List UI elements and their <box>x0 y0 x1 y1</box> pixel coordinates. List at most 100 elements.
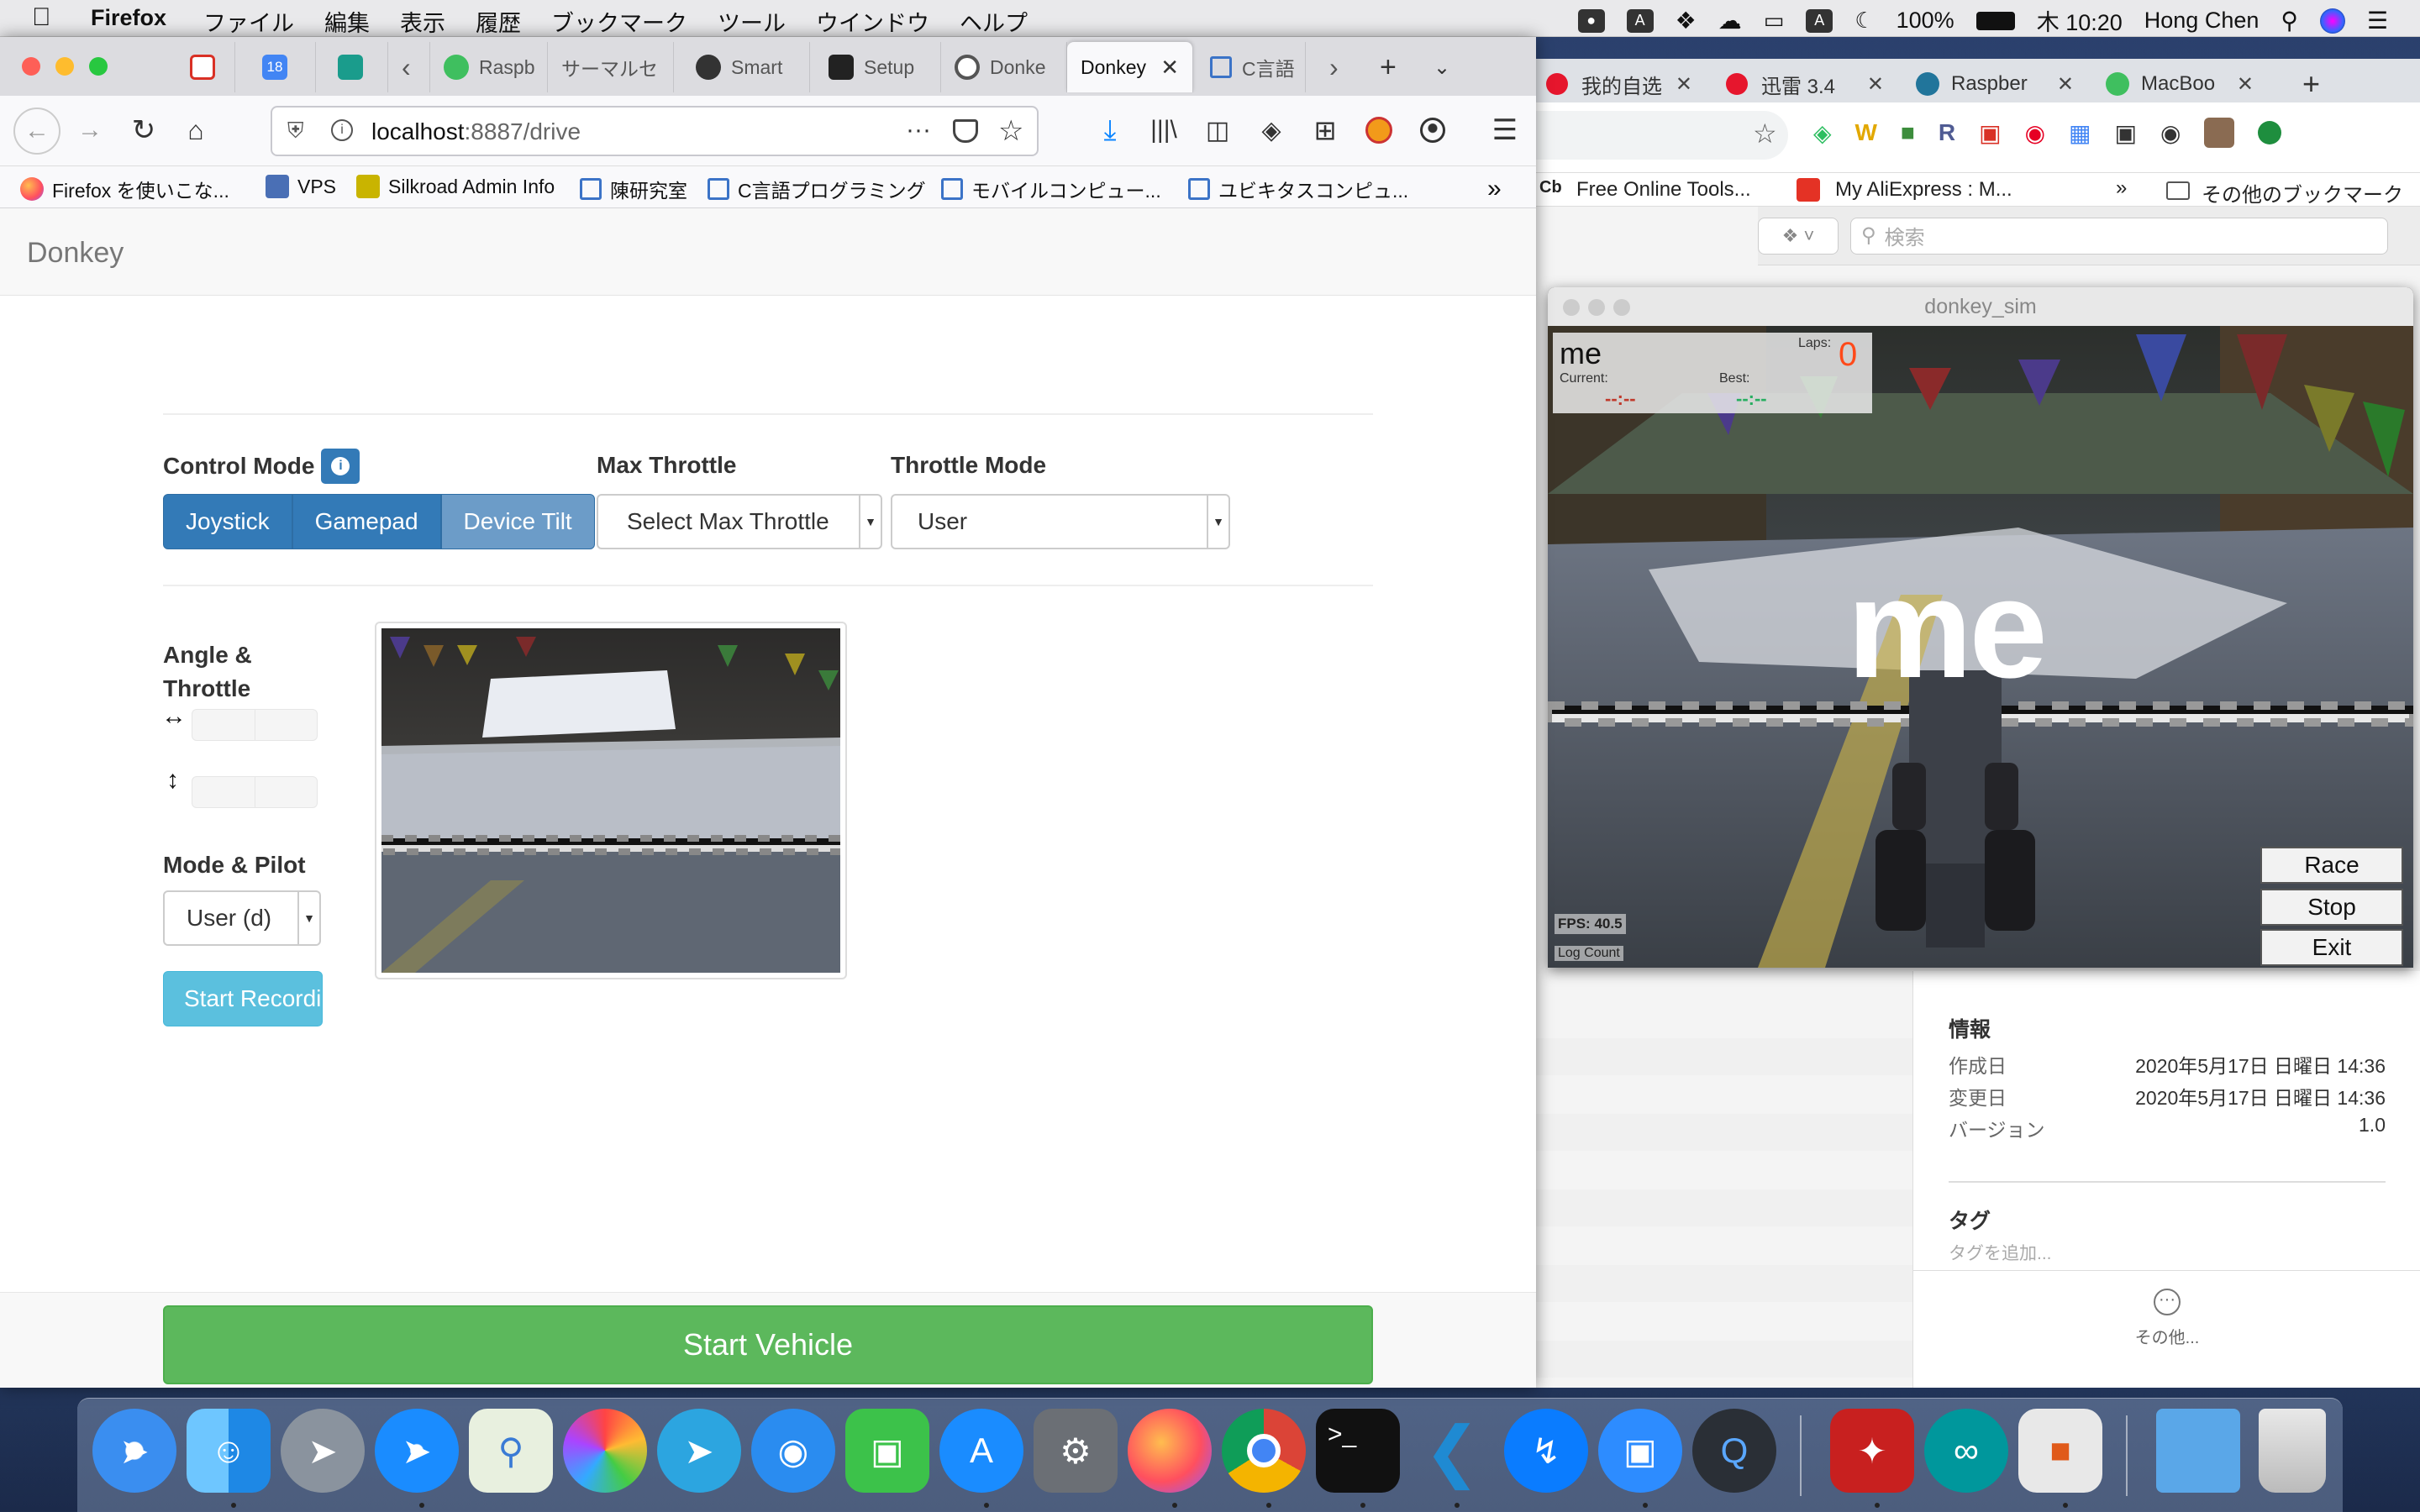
home-button[interactable]: ⌂ <box>175 109 217 151</box>
r-extension-icon[interactable]: R <box>1939 119 1955 146</box>
terminal-icon[interactable]: >_ <box>1316 1409 1400 1493</box>
siri-icon[interactable] <box>2319 8 2345 34</box>
pinned-tab-gmail[interactable] <box>176 42 235 92</box>
minimize-window-button[interactable] <box>55 57 74 76</box>
search-field[interactable]: ⚲ 検索 <box>1850 217 2388 255</box>
start-vehicle-button[interactable]: Start Vehicle <box>163 1305 1373 1384</box>
launchpad-icon[interactable]: ➤ <box>281 1409 365 1493</box>
menu-edit[interactable]: 編集 <box>324 5 370 38</box>
page-actions-icon[interactable]: ··· <box>906 116 931 144</box>
screenshot-crop-icon[interactable]: ⊞ <box>1304 109 1346 151</box>
bookmark-item[interactable]: My AliExpress : M... <box>1835 178 2012 202</box>
facetime-icon[interactable]: ▣ <box>845 1409 929 1493</box>
list-all-tabs-button[interactable]: ⌄ <box>1420 42 1462 92</box>
minimize-button[interactable] <box>1588 299 1605 316</box>
sidebar-toggle-icon[interactable]: ◫ <box>1197 109 1239 151</box>
battery-icon[interactable] <box>1975 11 2015 30</box>
zoom-status-icon[interactable]: ● <box>1577 8 1605 33</box>
tab-donkey-docs[interactable]: Donke <box>941 42 1067 92</box>
messages-icon[interactable]: ◉ <box>751 1409 835 1493</box>
user-name[interactable]: Hong Chen <box>2144 8 2260 34</box>
tab-c-language[interactable]: C言語 <box>1197 42 1306 92</box>
clock[interactable]: 木 10:20 <box>2037 4 2123 37</box>
tracking-protection-shield-icon[interactable]: ⛨ <box>287 118 304 144</box>
safari-icon[interactable]: ➤ <box>375 1409 459 1493</box>
bookmark-lab[interactable]: 陳研究室 <box>580 175 687 203</box>
account-icon[interactable] <box>1412 109 1454 151</box>
evernote-icon[interactable]: ◈ <box>1250 109 1292 151</box>
chrome-tab[interactable]: 我的自选 ✕ <box>1536 66 1701 102</box>
close-tab-icon[interactable]: ✕ <box>2057 72 2082 97</box>
cloud-upload-icon[interactable]: ☁ <box>1718 7 1742 34</box>
race-button[interactable]: Race <box>2260 847 2403 884</box>
gamepad-button[interactable]: Gamepad <box>292 494 441 549</box>
reload-button[interactable]: ↻ <box>123 109 165 151</box>
apple-menu-icon[interactable]:  <box>32 3 51 32</box>
max-throttle-select[interactable]: Select Max Throttle ▼ <box>597 494 882 549</box>
photos-icon[interactable] <box>563 1409 647 1493</box>
forward-button[interactable]: → <box>69 109 111 151</box>
messenger-icon[interactable]: ↯ <box>1504 1409 1588 1493</box>
tab-setup[interactable]: Setup <box>815 42 941 92</box>
maximize-button[interactable] <box>1613 299 1630 316</box>
photo-extension-icon[interactable]: ■ <box>1901 119 1915 146</box>
app-store-icon[interactable]: A <box>939 1409 1023 1493</box>
close-tab-icon[interactable]: ✕ <box>1160 55 1179 81</box>
zoom-icon[interactable]: ▣ <box>1598 1409 1682 1493</box>
pinterest-extension-icon[interactable]: ◉ <box>2025 119 2045 147</box>
trash-icon[interactable] <box>2259 1409 2326 1493</box>
chrome-tab[interactable]: MacBoo ✕ <box>2096 66 2262 102</box>
bookmark-mobile-computing[interactable]: モバイルコンピュー... <box>941 175 1161 203</box>
notification-center-icon[interactable]: ☰ <box>2367 7 2388 34</box>
downloads-icon[interactable]: ⤓ <box>1089 109 1131 151</box>
donkey-sim-icon[interactable]: ■ <box>2018 1409 2102 1493</box>
throttle-mode-select[interactable]: User ▼ <box>891 494 1230 549</box>
close-window-button[interactable] <box>22 57 40 76</box>
bookmark-c-programming[interactable]: C言語プログラミング <box>708 175 926 203</box>
maps-icon[interactable]: ⚲ <box>469 1409 553 1493</box>
zoom-window-button[interactable] <box>89 57 108 76</box>
wifi-icon[interactable]: ☾ <box>1854 8 1874 34</box>
translate-extension-icon[interactable]: ▦ <box>2069 119 2091 147</box>
device-tilt-button[interactable]: Device Tilt <box>440 494 595 549</box>
menu-window[interactable]: ウインドウ <box>816 5 929 38</box>
quicktime-icon[interactable]: Q <box>1692 1409 1776 1493</box>
dropbox-icon[interactable]: ❖ <box>1676 7 1697 34</box>
dropbox-dropdown[interactable]: ❖ ˅ <box>1758 217 1839 255</box>
pinned-tab-calendar[interactable]: 18 <box>249 42 316 92</box>
arduino-icon[interactable]: ∞ <box>1924 1409 2008 1493</box>
input-source-icon[interactable]: A <box>1806 8 1833 33</box>
vscode-icon[interactable]: ❮ <box>1410 1409 1494 1493</box>
finder-icon[interactable]: ☺ <box>187 1409 271 1493</box>
menu-view[interactable]: 表示 <box>400 5 445 38</box>
w-extension-icon[interactable]: W <box>1855 119 1877 146</box>
lock-extension-icon[interactable]: ▣ <box>2115 119 2137 147</box>
new-tab-button[interactable]: + <box>2292 66 2343 102</box>
url-bar[interactable]: ⛨ i localhost:8887/drive ··· ☆ <box>271 106 1039 156</box>
bookmark-silkroad[interactable]: Silkroad Admin Info <box>356 175 555 198</box>
system-preferences-icon[interactable]: ⚙ <box>1034 1409 1118 1493</box>
joystick-button[interactable]: Joystick <box>163 494 292 549</box>
bookmark-item[interactable]: Free Online Tools... <box>1576 178 1751 202</box>
tab-raspberry[interactable]: Raspb <box>430 42 548 92</box>
telegram-icon[interactable]: ➤ <box>657 1409 741 1493</box>
calendar-extension-icon[interactable]: ▣ <box>1979 119 2001 147</box>
close-tab-icon[interactable]: ✕ <box>2237 72 2262 97</box>
other-bookmarks[interactable]: その他のブックマーク <box>2202 178 2403 207</box>
tab-donkey-active[interactable]: Donkey ✕ <box>1067 42 1193 92</box>
hamburger-menu-icon[interactable]: ☰ <box>1484 109 1526 151</box>
chrome-icon[interactable] <box>1222 1409 1306 1493</box>
info-icon[interactable]: i <box>321 449 360 484</box>
bookmark-star-icon[interactable]: ☆ <box>1753 118 1777 150</box>
back-button[interactable]: ← <box>13 108 60 155</box>
profile-avatar[interactable] <box>2204 118 2235 148</box>
more-button[interactable]: ··· その他... <box>2125 1289 2209 1348</box>
menu-help[interactable]: ヘルプ <box>960 5 1028 38</box>
brand-link[interactable]: Donkey <box>27 237 124 270</box>
bookmark-vps[interactable]: VPS <box>266 175 336 198</box>
acrobat-status-icon[interactable]: A <box>1626 8 1654 33</box>
chrome-tab[interactable]: 迅雷 3.4 ✕ <box>1716 66 1892 102</box>
battery-percent[interactable]: 100% <box>1897 8 1954 34</box>
new-tab-button[interactable]: + <box>1366 42 1408 92</box>
bookmarks-overflow-icon[interactable]: » <box>1487 175 1502 203</box>
